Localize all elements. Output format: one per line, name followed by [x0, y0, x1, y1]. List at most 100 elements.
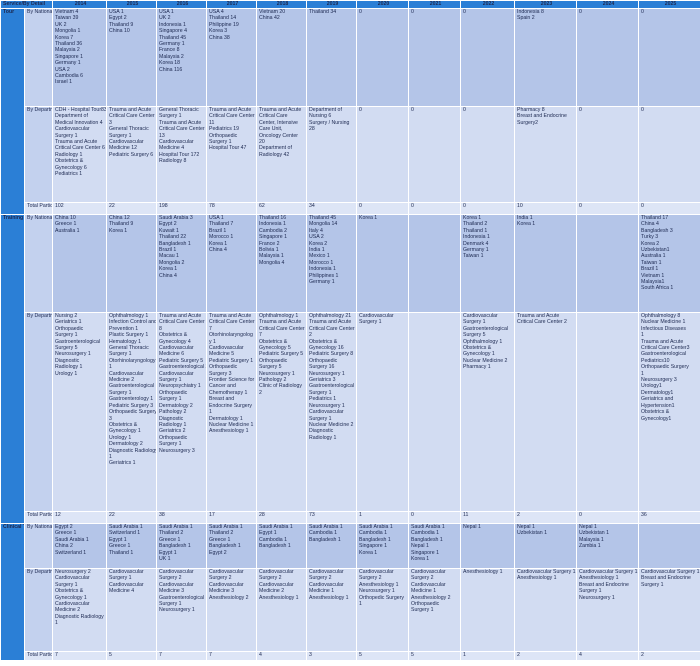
cell-line: UK 1 — [159, 556, 171, 563]
data-cell: USA 1 UK 2 Indonesia 1 Singapore 4 Thailand … — [156, 8, 208, 107]
data-cell: 2 — [514, 511, 578, 524]
data-cell: Neurosurgery 2 Cardiovascular Surgery 1 Obs… — [52, 568, 108, 652]
cell-line: Korea 1 — [517, 221, 536, 228]
data-cell: Korea 1 Thailand 2 Thailand 1 Indonesia 1 De… — [460, 214, 516, 313]
cell-line: Neuropsychiatry 1 — [159, 383, 201, 390]
data-cell: General Thoracic Surgery 1 Trauma and Acut… — [156, 106, 208, 203]
year-header: 2019 — [306, 0, 358, 9]
cell-line: Thailand 34 — [309, 9, 337, 16]
header-row: Service/By Detail 2014 2015 2016 2017 2018 20… — [0, 0, 700, 9]
data-cell: Cardiovascular Surgery 2 Cardiovascular Med… — [408, 568, 462, 652]
cell-line: 1 — [55, 620, 58, 627]
cell-line: Zambia 1 — [579, 543, 601, 550]
data-cell: Ophthalmology 8 Nuclear Medicine 1 Infecti… — [638, 312, 700, 512]
data-cell: Egypt 2 Greece 1 Saudi Arabia 1 China 2 Swit… — [52, 523, 108, 569]
data-cell: 0 — [576, 511, 640, 524]
cell-line: 73 — [309, 512, 315, 519]
cell-line: Mongolia 4 — [259, 259, 285, 266]
cell-line: Pharmacy 1 — [463, 364, 491, 371]
table-row: Clinical TrainingBy NationalityEgypt 2Gr… — [0, 523, 700, 661]
data-cell: Trauma and Acute Critical Care Center 11 Pe… — [206, 106, 258, 203]
data-cell: 0 — [576, 202, 640, 215]
year-header: 2021 — [408, 0, 462, 9]
cell-line: 7 — [209, 652, 212, 659]
data-cell — [408, 214, 462, 313]
cell-line: 0 — [579, 203, 582, 210]
data-cell — [408, 312, 462, 512]
data-cell: Thailand 16 Indonesia 1 Cambodia 2 Singapor… — [256, 214, 308, 313]
table-row: Total Participants12 22 38 17 28 73 1 0 11 2 0 36 — [1, 511, 700, 524]
cell-line: General Thoracic — [109, 126, 149, 133]
table-body: TourBy Nationality Vietnam 4Taiwan 39UK 2… — [0, 8, 700, 661]
data-cell: USA 4 Thailand 14 Philippine 19 Korea 3 Chin… — [206, 8, 258, 107]
data-cell: Trauma and Acute Critical Care Center 8 Obs… — [156, 312, 208, 512]
service-name: Tour — [0, 8, 25, 215]
data-cell: Cardiovascular Surgery 1 Anesthesiology 1 — [514, 568, 578, 652]
cell-line: Gastroenterological — [309, 383, 354, 390]
cell-line: Anesthesiology 2 — [209, 594, 249, 601]
data-cell: USA 1 Egypt 2 Thailand 9 China 10 — [106, 8, 158, 107]
data-cell: 4 — [256, 651, 308, 661]
cell-line: Critical Care Center — [159, 319, 205, 326]
cell-line: Orthopedic Surgery — [359, 594, 404, 601]
cell-line: China 10 — [109, 28, 130, 35]
year-header: 2018 — [256, 0, 308, 9]
data-cell: 5 — [106, 651, 158, 661]
cell-line: 1 — [359, 512, 362, 519]
table-row: TourBy NationalityVietnam 4Taiwan 39UK 2… — [0, 8, 700, 215]
cell-line: Germany 1 — [309, 279, 335, 286]
data-cell: 78 — [206, 202, 258, 215]
cell-line: Anesthesiology 1 — [259, 594, 299, 601]
cell-line: 0 — [411, 512, 414, 519]
cell-line: Endocrine Surgery — [209, 402, 252, 409]
cell-line: Spain 2 — [517, 15, 535, 22]
cell-line: 3 — [309, 652, 312, 659]
data-cell: 1 — [460, 651, 516, 661]
cell-line: China 116 — [159, 66, 183, 73]
data-cell: Saudi Arabia 1 Cambodia 1 Bangladesh 1 — [306, 523, 358, 569]
data-cell: CDH - Hospital Tour83 Department of Medica… — [52, 106, 108, 203]
data-cell: Saudi Arabia 1 Cambodia 1 Bangladesh 1 Sing… — [356, 523, 410, 569]
detail-label: By Nationality — [23, 214, 54, 313]
cell-line: Anesthesiology 1 — [309, 594, 349, 601]
cell-line: 4 — [579, 652, 582, 659]
cell-line: Korea 1 — [359, 215, 378, 222]
cell-line: 0 — [579, 107, 582, 114]
data-cell: Saudi Arabia 1 Cambodia 1 Bangladesh 1 Nepa… — [408, 523, 462, 569]
data-cell: 2 — [514, 651, 578, 661]
cell-line: Critical Care Center — [259, 325, 305, 332]
data-cell: 0 — [408, 106, 462, 203]
cell-line: 38 — [159, 512, 165, 519]
data-cell: China 12 Thailand 9 Korea 1 — [106, 214, 158, 313]
data-cell: 0 — [638, 106, 700, 203]
cell-line: 1 — [463, 652, 466, 659]
data-cell: 4 — [576, 651, 640, 661]
detail-label: Total Participants — [23, 651, 54, 661]
data-cell: Cardiovascular Surgery 1 — [356, 312, 410, 512]
cell-line: Surgery2 — [517, 119, 539, 126]
year-header: 2017 — [206, 0, 258, 9]
table-row: By DepartmentNeurosurgery 2Cardiovascula… — [1, 568, 700, 652]
cell-line: Pediatrics 1 — [55, 171, 83, 178]
cell-line: 7 — [159, 652, 162, 659]
service-name: Training — [0, 214, 25, 524]
cell-line: Pediatric Surgery 8 — [309, 351, 354, 358]
data-cell: 0 — [576, 106, 640, 203]
data-cell: Nepal 1 Uzbekistan 1 — [514, 523, 578, 569]
table-row: By DepartmentCDH - Hospital Tour83Depart… — [1, 106, 700, 203]
cell-line: 36 — [641, 512, 647, 519]
cell-line: Radiology 1 — [309, 434, 337, 441]
data-cell: 28 — [256, 511, 308, 524]
detail-label: By Department — [23, 568, 54, 652]
cell-line: 5 — [411, 652, 414, 659]
data-cell: Vietnam 4 Taiwan 39 UK 2 Mongolia 1 Korea 7T… — [52, 8, 108, 107]
data-cell: 0 — [460, 202, 516, 215]
year-header: 2024 — [576, 0, 640, 9]
cell-line: 0 — [641, 9, 644, 16]
cell-line: Neurosurgery 1 — [579, 594, 615, 601]
cell-line: South Africa 1 — [641, 285, 674, 292]
cell-line: 0 — [411, 107, 414, 114]
cell-line: Trauma and Acute — [309, 319, 352, 326]
cell-line: 4 — [259, 652, 262, 659]
cell-line: 0 — [463, 203, 466, 210]
